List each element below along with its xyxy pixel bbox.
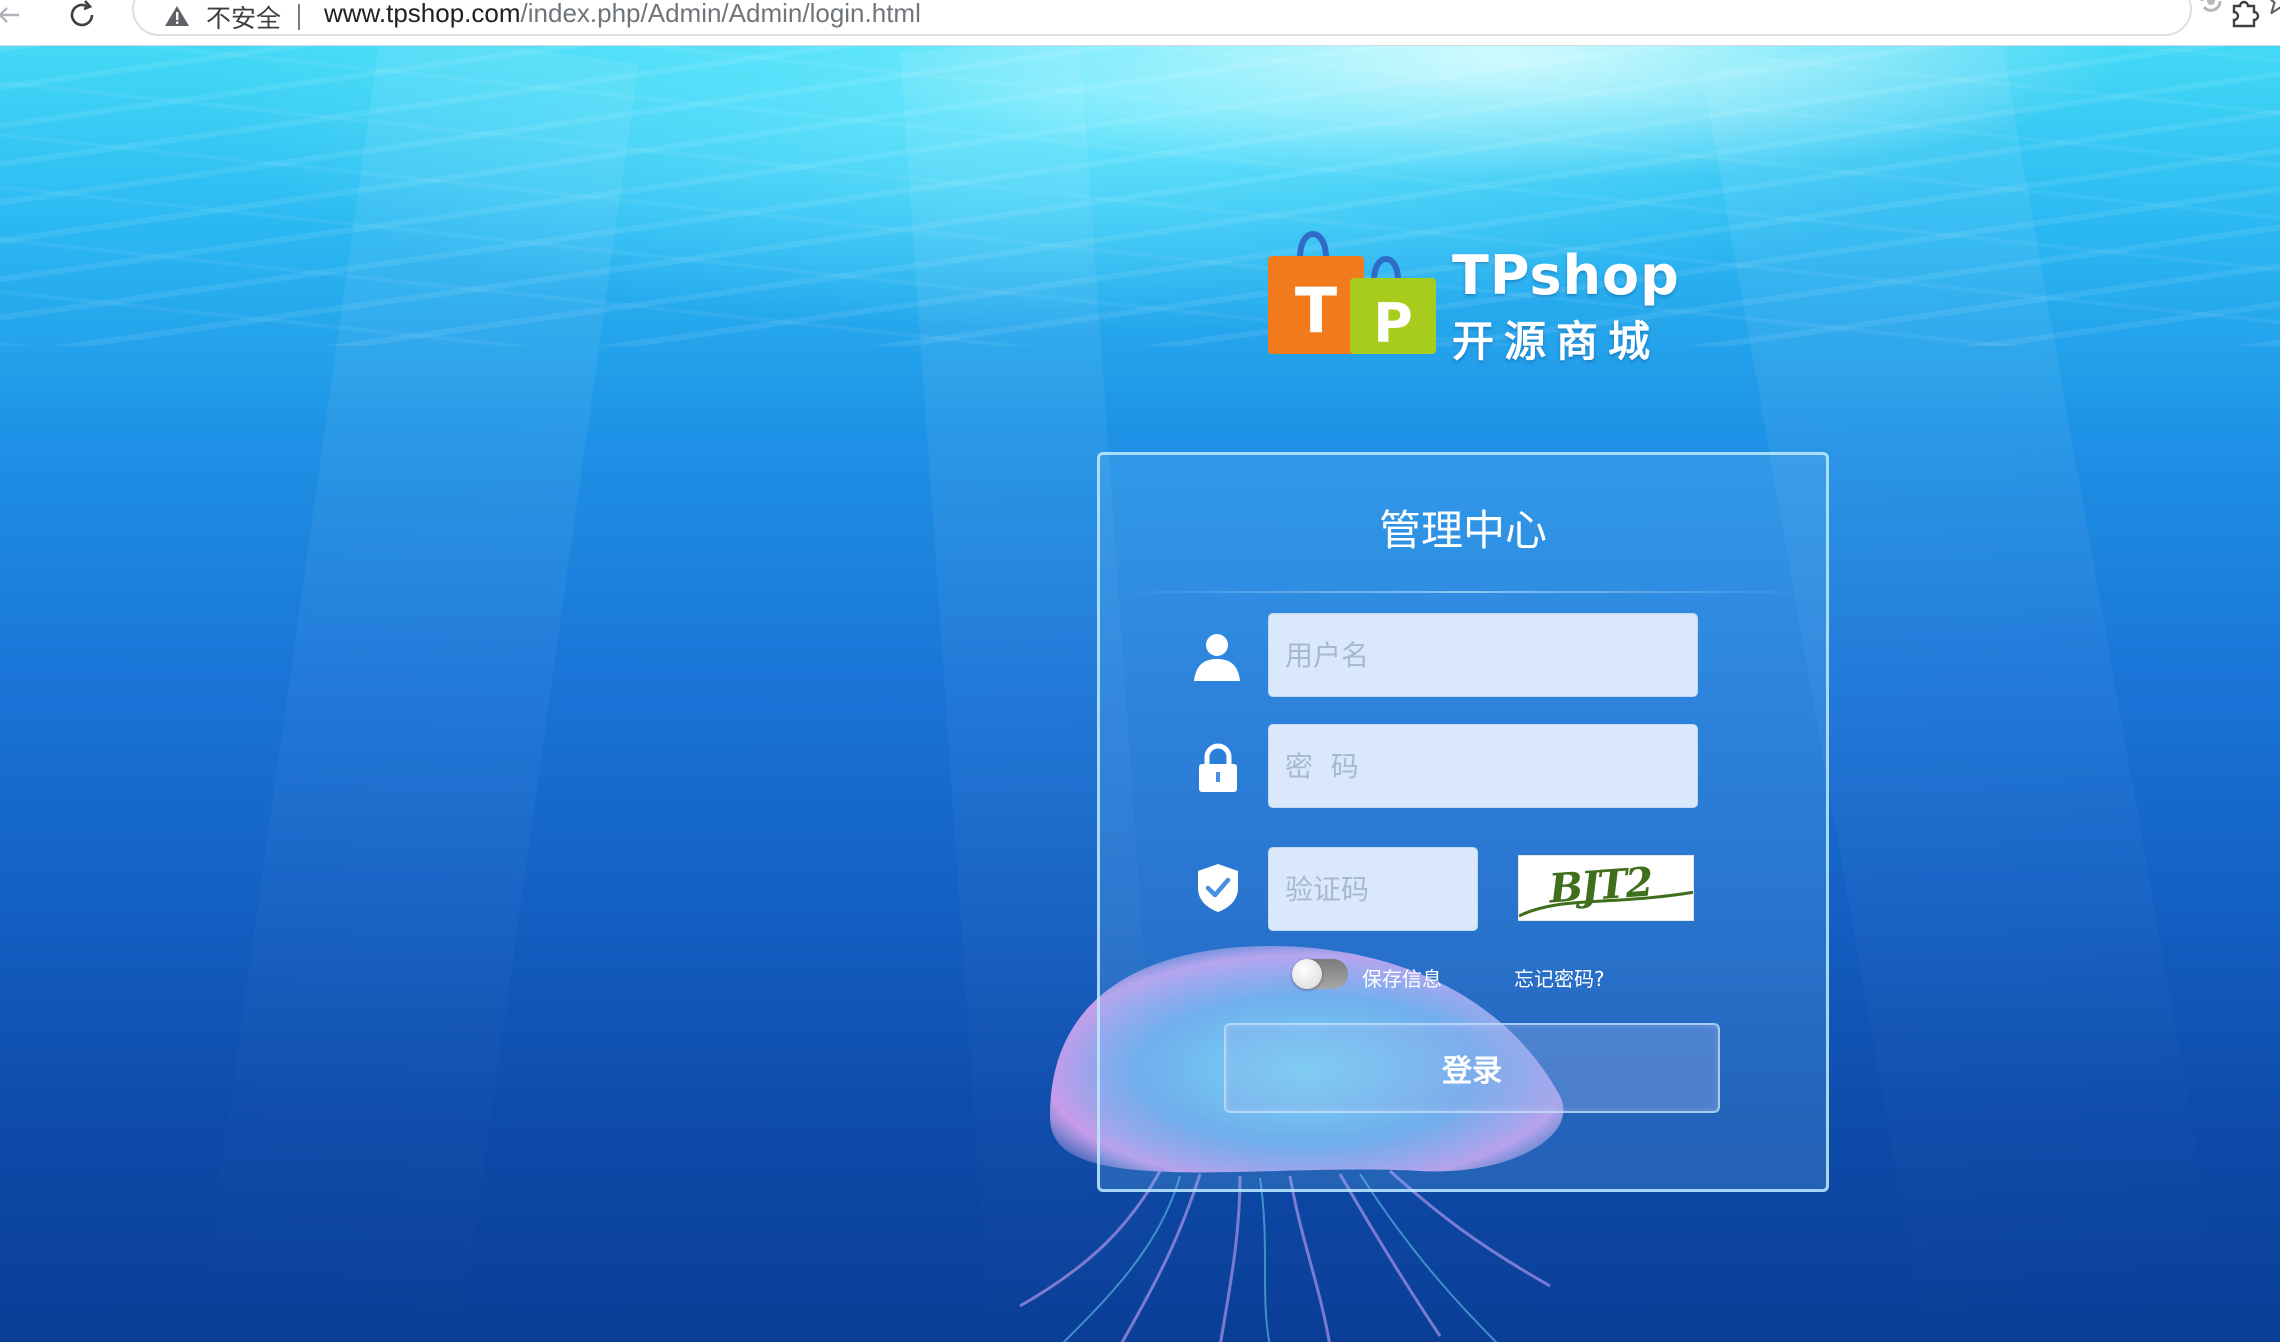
toggle-knob (1292, 959, 1322, 989)
address-divider (298, 4, 300, 30)
shield-check-icon (1196, 862, 1240, 918)
extensions-icon[interactable] (2226, 0, 2262, 36)
captcha-input[interactable] (1268, 847, 1478, 931)
url-host: www.tpshop.com (324, 0, 521, 28)
url-text[interactable]: www.tpshop.com/index.php/Admin/Admin/log… (324, 0, 921, 29)
forgot-password-link[interactable]: 忘记密码? (1514, 963, 1605, 992)
logo-title-en: TPshop (1452, 244, 1680, 307)
browser-toolbar: 不安全 www.tpshop.com/index.php/Admin/Admin… (0, 0, 2280, 46)
reload-button[interactable] (60, 0, 104, 30)
login-panel: 管理中心 用户名 验证码 BJT2 保存信息 忘记密码? 登录 (1097, 452, 1829, 1192)
tpshop-logo: T P TPshop 开源商城 (1262, 216, 1682, 366)
panel-title: 管理中心 (1378, 506, 1547, 555)
back-arrow-icon (0, 7, 19, 23)
star-icon[interactable] (2264, 0, 2280, 20)
warning-icon[interactable] (164, 4, 190, 32)
logo-title-cn: 开源商城 (1452, 317, 1661, 366)
captcha-image[interactable]: BJT2 (1518, 855, 1694, 921)
remember-toggle[interactable] (1292, 959, 1348, 989)
bag-letter: P (1373, 292, 1413, 355)
password-input[interactable] (1268, 724, 1698, 808)
remember-label[interactable]: 保存信息 (1362, 963, 1442, 992)
collections-icon[interactable] (2194, 0, 2228, 22)
bag-letter: T (1295, 274, 1337, 347)
url-path: /index.php/Admin/Admin/login.html (520, 0, 921, 28)
address-bar[interactable]: 不安全 www.tpshop.com/index.php/Admin/Admin… (132, 0, 2280, 36)
panel-divider (1118, 591, 1810, 593)
lock-icon (1197, 743, 1239, 797)
captcha-code: BJT2 (1547, 858, 1653, 913)
reload-icon (70, 0, 94, 27)
login-button[interactable]: 登录 (1224, 1023, 1720, 1113)
username-input[interactable] (1268, 613, 1698, 697)
shopping-bag-icon: T P (1268, 231, 1436, 355)
user-icon (1192, 631, 1242, 687)
login-page: T P TPshop 开源商城 管理中心 用户名 验证码 BJT2 保存信息 忘… (0, 46, 2280, 1342)
back-button[interactable] (0, 0, 30, 30)
security-status-label[interactable]: 不安全 (206, 0, 281, 35)
